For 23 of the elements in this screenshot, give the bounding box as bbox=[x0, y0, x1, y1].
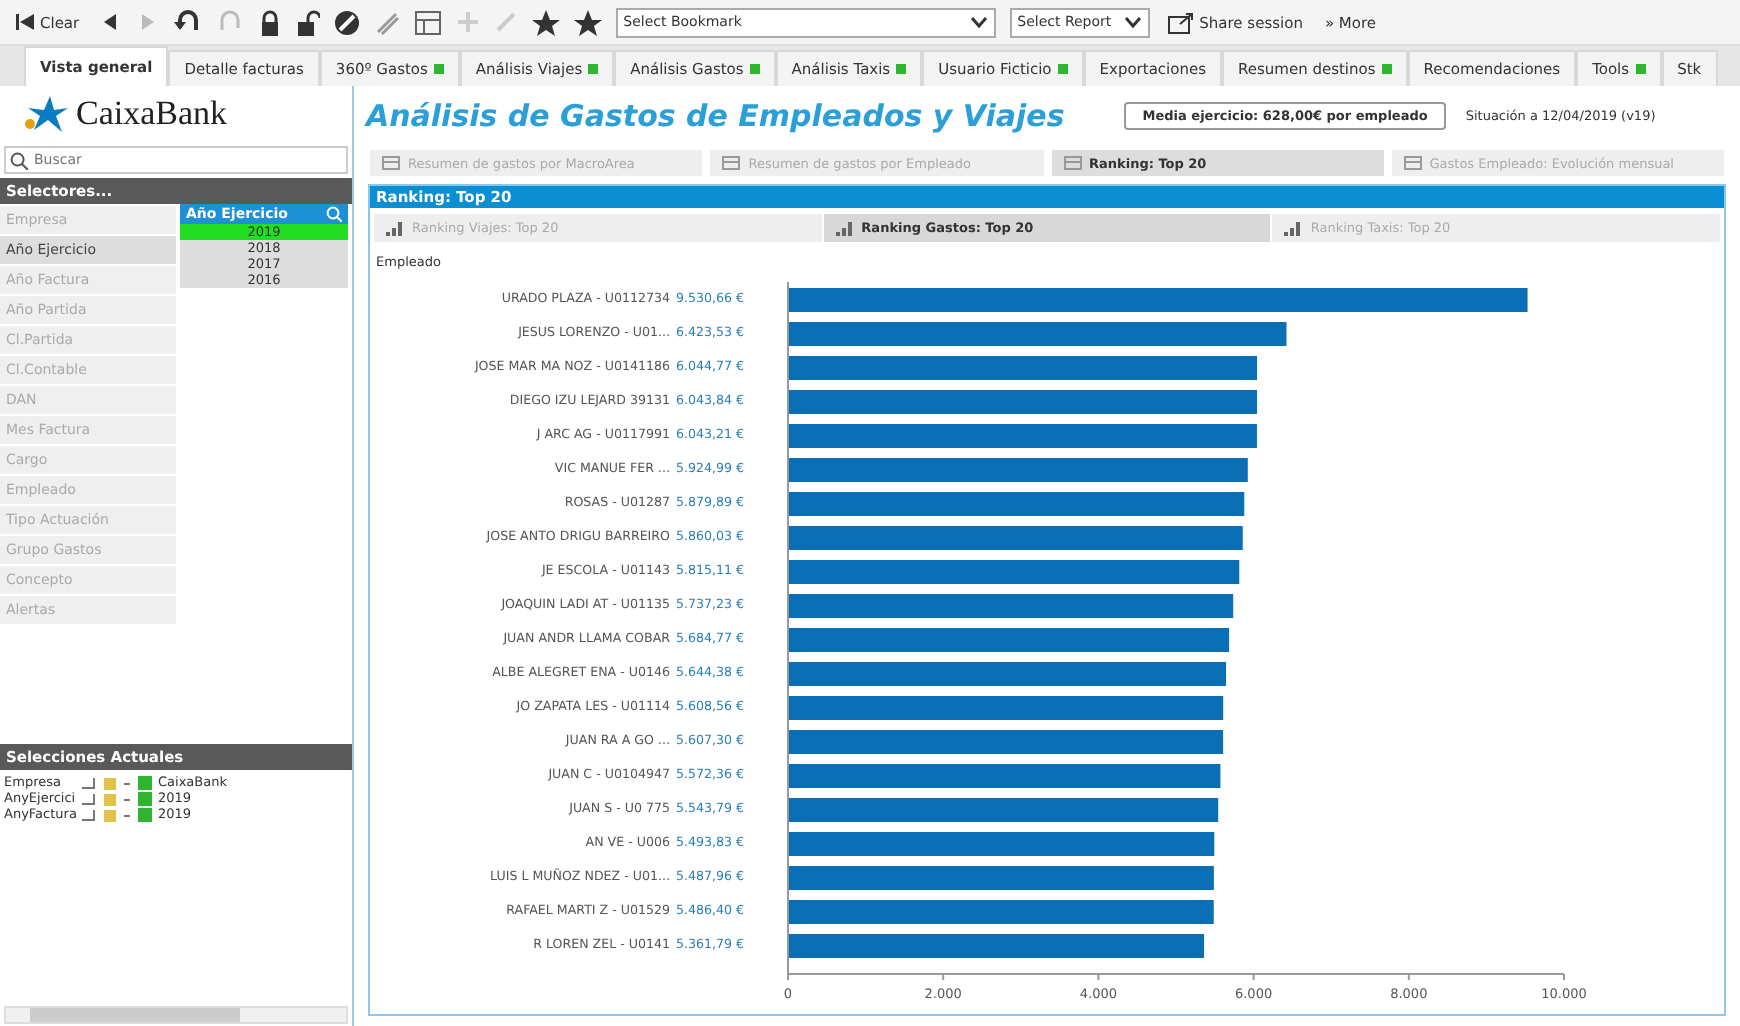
search-icon bbox=[10, 151, 28, 169]
logo-text: CaixaBank bbox=[76, 94, 228, 134]
scrollbar[interactable] bbox=[4, 1006, 348, 1024]
skip-back-icon bbox=[16, 14, 34, 30]
clear-icon[interactable] bbox=[333, 9, 360, 35]
bar-chart-icon bbox=[1284, 221, 1303, 235]
search-icon[interactable] bbox=[326, 206, 342, 222]
table-icon bbox=[1403, 156, 1422, 170]
table-icon bbox=[722, 156, 741, 170]
table-icon bbox=[1063, 156, 1081, 170]
undo-icon[interactable] bbox=[173, 10, 202, 34]
bar-chart-icon bbox=[386, 221, 404, 235]
star-logo-icon bbox=[24, 96, 68, 132]
unlock-icon[interactable] bbox=[295, 9, 320, 35]
table-icon bbox=[382, 156, 400, 170]
grid-icon[interactable] bbox=[413, 9, 442, 35]
star-icon[interactable] bbox=[573, 9, 602, 35]
chevron-down-icon bbox=[969, 16, 988, 28]
bar-chart-icon bbox=[835, 221, 854, 235]
page-title: Análisis de Gastos de Empleados y Viajes bbox=[366, 98, 1065, 134]
chevron-down-icon bbox=[1123, 16, 1142, 28]
share-icon bbox=[1167, 11, 1194, 33]
lock-icon[interactable] bbox=[257, 9, 282, 35]
